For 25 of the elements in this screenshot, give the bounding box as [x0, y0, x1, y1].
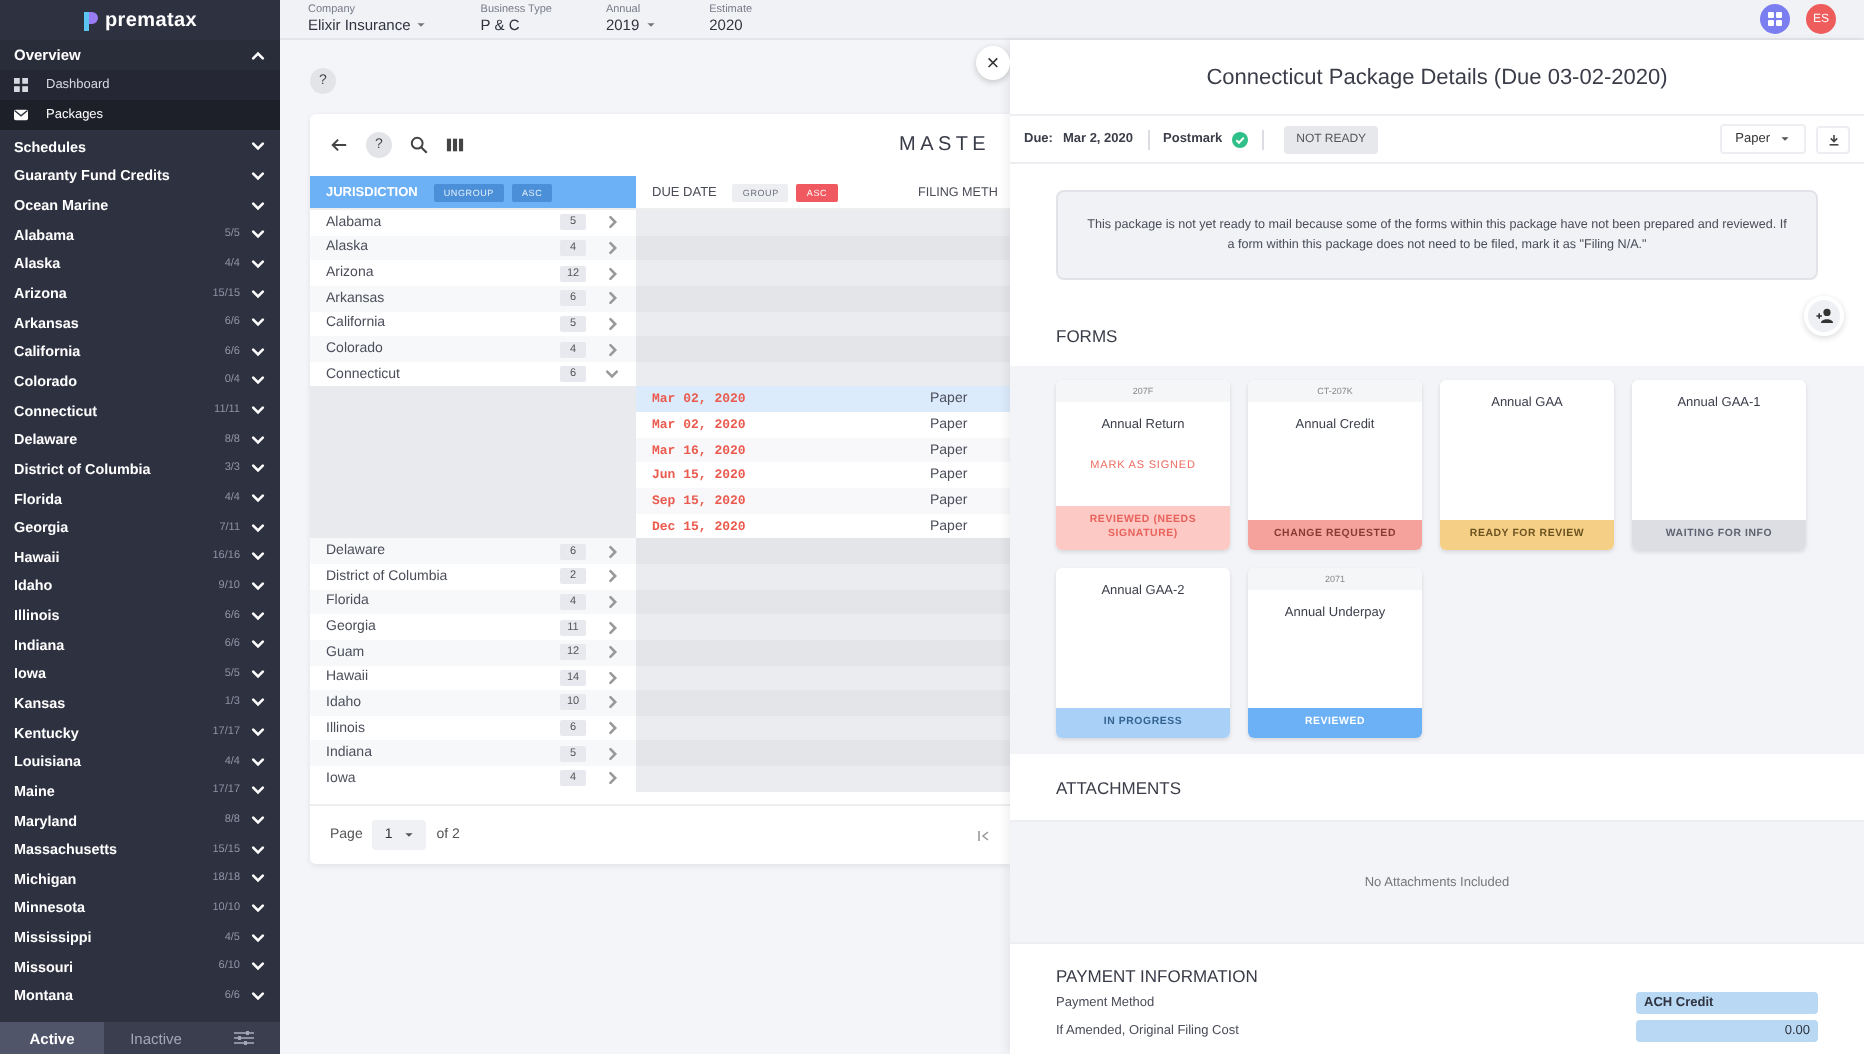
download-icon — [1827, 133, 1839, 145]
caret-icon — [416, 22, 427, 28]
caret-icon — [645, 22, 656, 28]
person-add-icon — [1815, 308, 1833, 324]
logo-text: prematax — [104, 9, 198, 31]
apps-button[interactable] — [1760, 4, 1790, 34]
first-page-icon[interactable] — [978, 829, 990, 841]
envelope-icon — [14, 108, 28, 122]
sliders-icon[interactable] — [234, 1030, 254, 1046]
caret-icon — [404, 832, 415, 838]
grid-icon — [1768, 12, 1782, 26]
section-heading: FORMS — [1056, 326, 1118, 346]
grid-icon — [14, 78, 28, 92]
section-heading: ATTACHMENTS — [1056, 777, 1181, 797]
download-button[interactable] — [1816, 125, 1850, 153]
table-title: MASTE — [899, 134, 990, 156]
search-icon[interactable] — [410, 136, 428, 154]
columns-icon[interactable] — [446, 136, 464, 154]
panel-title: Connecticut Package Details (Due 03-02-2020) — [1206, 65, 1668, 89]
logo-icon — [82, 9, 99, 31]
section-heading: PAYMENT INFORMATION — [1056, 966, 1260, 986]
caret-icon — [1780, 136, 1790, 142]
back-arrow-icon[interactable] — [330, 136, 348, 154]
close-button[interactable]: × — [976, 46, 1010, 80]
assign-button[interactable] — [1804, 296, 1844, 336]
